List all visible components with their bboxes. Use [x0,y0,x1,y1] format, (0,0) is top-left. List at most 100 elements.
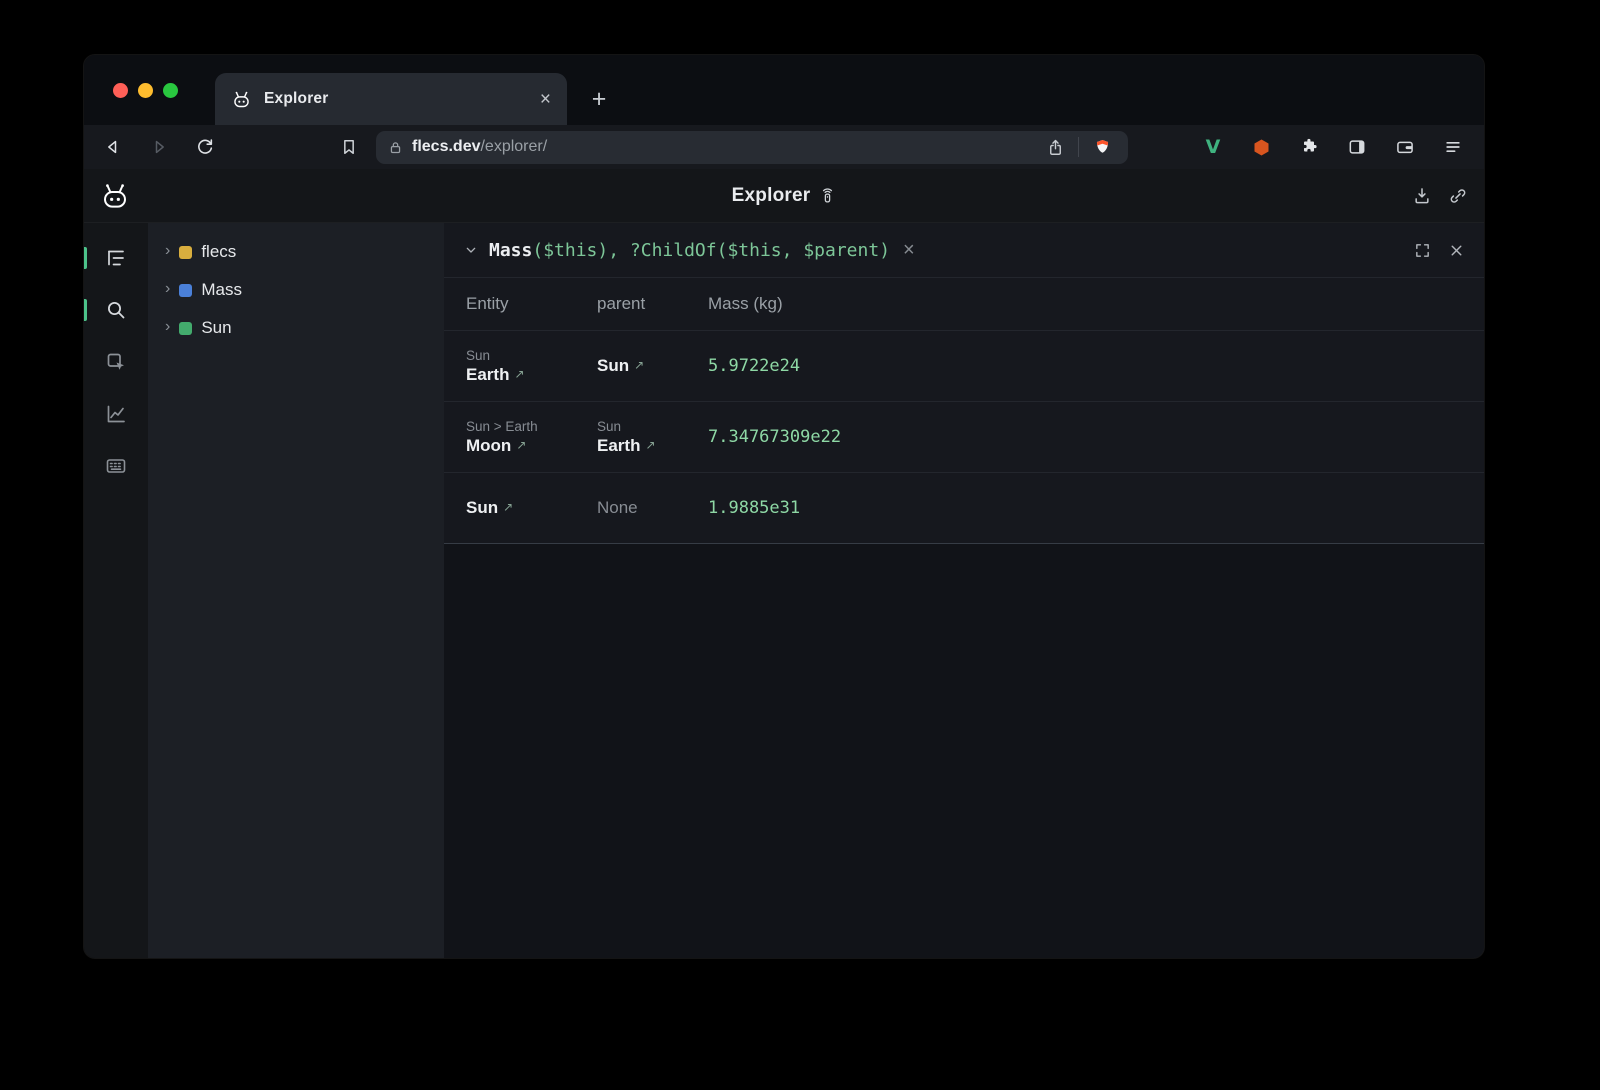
entity-name: Earth [466,365,509,384]
hexagon-icon [1251,137,1272,158]
brave-shield-button[interactable] [1088,138,1116,157]
wallet-icon [1395,137,1415,157]
stats-button[interactable] [103,401,129,427]
back-button[interactable] [96,130,130,164]
entity-link[interactable]: Moon↗ [466,436,597,456]
column-parent: parent [597,294,708,314]
window-close-button[interactable] [113,83,128,98]
reload-button[interactable] [188,130,222,164]
window-zoom-button[interactable] [163,83,178,98]
column-mass: Mass (kg) [708,294,1484,314]
entities-tree-button[interactable] [103,245,129,271]
entity-link[interactable]: Sun↗ [466,498,597,518]
goto-arrow-icon: ↗ [645,438,655,452]
vue-devtools-extension-button[interactable]: V [1196,130,1230,164]
entity-path: Sun > Earth [466,419,597,434]
tree-item-mass[interactable]: › Mass [148,271,444,309]
console-button[interactable] [103,453,129,479]
close-panel-icon[interactable] [1448,242,1465,259]
url-text: flecs.dev/explorer/ [412,138,547,156]
expand-chevron-icon[interactable]: › [165,281,170,297]
parent-name: Sun [597,356,629,375]
collapse-chevron-icon[interactable] [463,242,479,258]
page-content: › flecs › Mass › Sun Mass($this), ?Ch [84,223,1484,958]
browser-tab[interactable]: Explorer × [215,73,567,125]
url-domain: flecs.dev [412,138,480,155]
query-variable: $this [543,240,597,261]
remote-connection-icon[interactable] [819,187,836,204]
results-header-row: Entity parent Mass (kg) [444,278,1484,331]
query-input[interactable]: Mass($this), ?ChildOf($this, $parent) [489,240,890,261]
mass-value: 1.9885e31 [708,498,1484,518]
browser-menu-button[interactable] [1436,130,1470,164]
tree-item-sun[interactable]: › Sun [148,309,444,347]
expand-chevron-icon[interactable]: › [165,319,170,335]
entity-name: Moon [466,436,511,455]
forward-icon [149,137,169,157]
tree-item-label: Sun [201,318,231,338]
entity-cell: Sun > Earth Moon↗ [466,413,597,461]
wallet-button[interactable] [1388,130,1422,164]
url-path: /explorer/ [480,138,547,155]
link-icon [1448,186,1468,206]
query-header: Mass($this), ?ChildOf($this, $parent) × [444,223,1484,278]
query-variable: $this [727,240,781,261]
parent-cell: None [597,484,708,532]
table-row: Sun Earth↗ Sun ↗ 5.9722e24 [444,331,1484,402]
sidebar-toggle-button[interactable] [1340,130,1374,164]
parent-name: Earth [597,436,640,455]
goto-arrow-icon: ↗ [634,358,644,372]
mass-cell: 1.9885e31 [708,484,1484,532]
parent-none: None [597,498,708,518]
inspect-button[interactable] [103,349,129,375]
tree-icon [104,246,128,270]
mass-cell: 5.9722e24 [708,342,1484,390]
parent-link[interactable]: Sun ↗ [597,356,708,376]
page-header: Explorer [84,169,1484,223]
new-tab-button[interactable]: + [583,83,615,115]
parent-path: Sun [597,419,708,434]
extension-cluster: V [1196,130,1472,164]
keyboard-icon [104,454,128,478]
download-icon [1412,186,1432,206]
flecs-favicon-icon [231,89,252,110]
forward-button[interactable] [142,130,176,164]
entity-cell: Sun Earth↗ [466,342,597,390]
entity-name: Sun [466,498,498,517]
download-button[interactable] [1408,182,1436,210]
query-token: ), [597,240,630,261]
query-header-actions [1414,242,1465,259]
query-term: Mass [489,240,532,261]
page-title: Explorer [732,185,811,207]
mass-cell: 7.34767309e22 [708,413,1484,461]
url-bar[interactable]: flecs.dev/explorer/ [376,131,1128,164]
fullscreen-icon[interactable] [1414,242,1431,259]
reload-icon [195,137,215,157]
entity-cell: Sun↗ [466,484,597,532]
table-row: Sun > Earth Moon↗ Sun Earth ↗ 7.34767309e… [444,402,1484,473]
query-panel: Mass($this), ?ChildOf($this, $parent) × … [444,223,1484,958]
window-minimize-button[interactable] [138,83,153,98]
tree-item-flecs[interactable]: › flecs [148,233,444,271]
metamask-extension-button[interactable] [1244,130,1278,164]
share-button[interactable] [1041,138,1069,157]
bookmark-button[interactable] [332,130,366,164]
tab-close-icon[interactable]: × [540,90,551,109]
expand-chevron-icon[interactable]: › [165,243,170,259]
puzzle-icon [1299,137,1319,157]
sidebar-icon [1347,137,1367,157]
results-empty-area [444,544,1484,958]
extensions-button[interactable] [1292,130,1326,164]
entity-tree-panel: › flecs › Mass › Sun [148,223,444,958]
entity-path: Sun [466,348,597,363]
parent-link[interactable]: Earth ↗ [597,436,708,456]
mass-value: 5.9722e24 [708,356,1484,376]
lock-icon [388,140,403,155]
query-search-button[interactable] [103,297,129,323]
traffic-lights [113,83,178,98]
entity-color-swatch [179,246,192,259]
query-clear-button[interactable]: × [903,240,915,260]
rail-active-indicator [84,299,87,321]
copy-link-button[interactable] [1444,182,1472,210]
entity-link[interactable]: Earth↗ [466,365,597,385]
